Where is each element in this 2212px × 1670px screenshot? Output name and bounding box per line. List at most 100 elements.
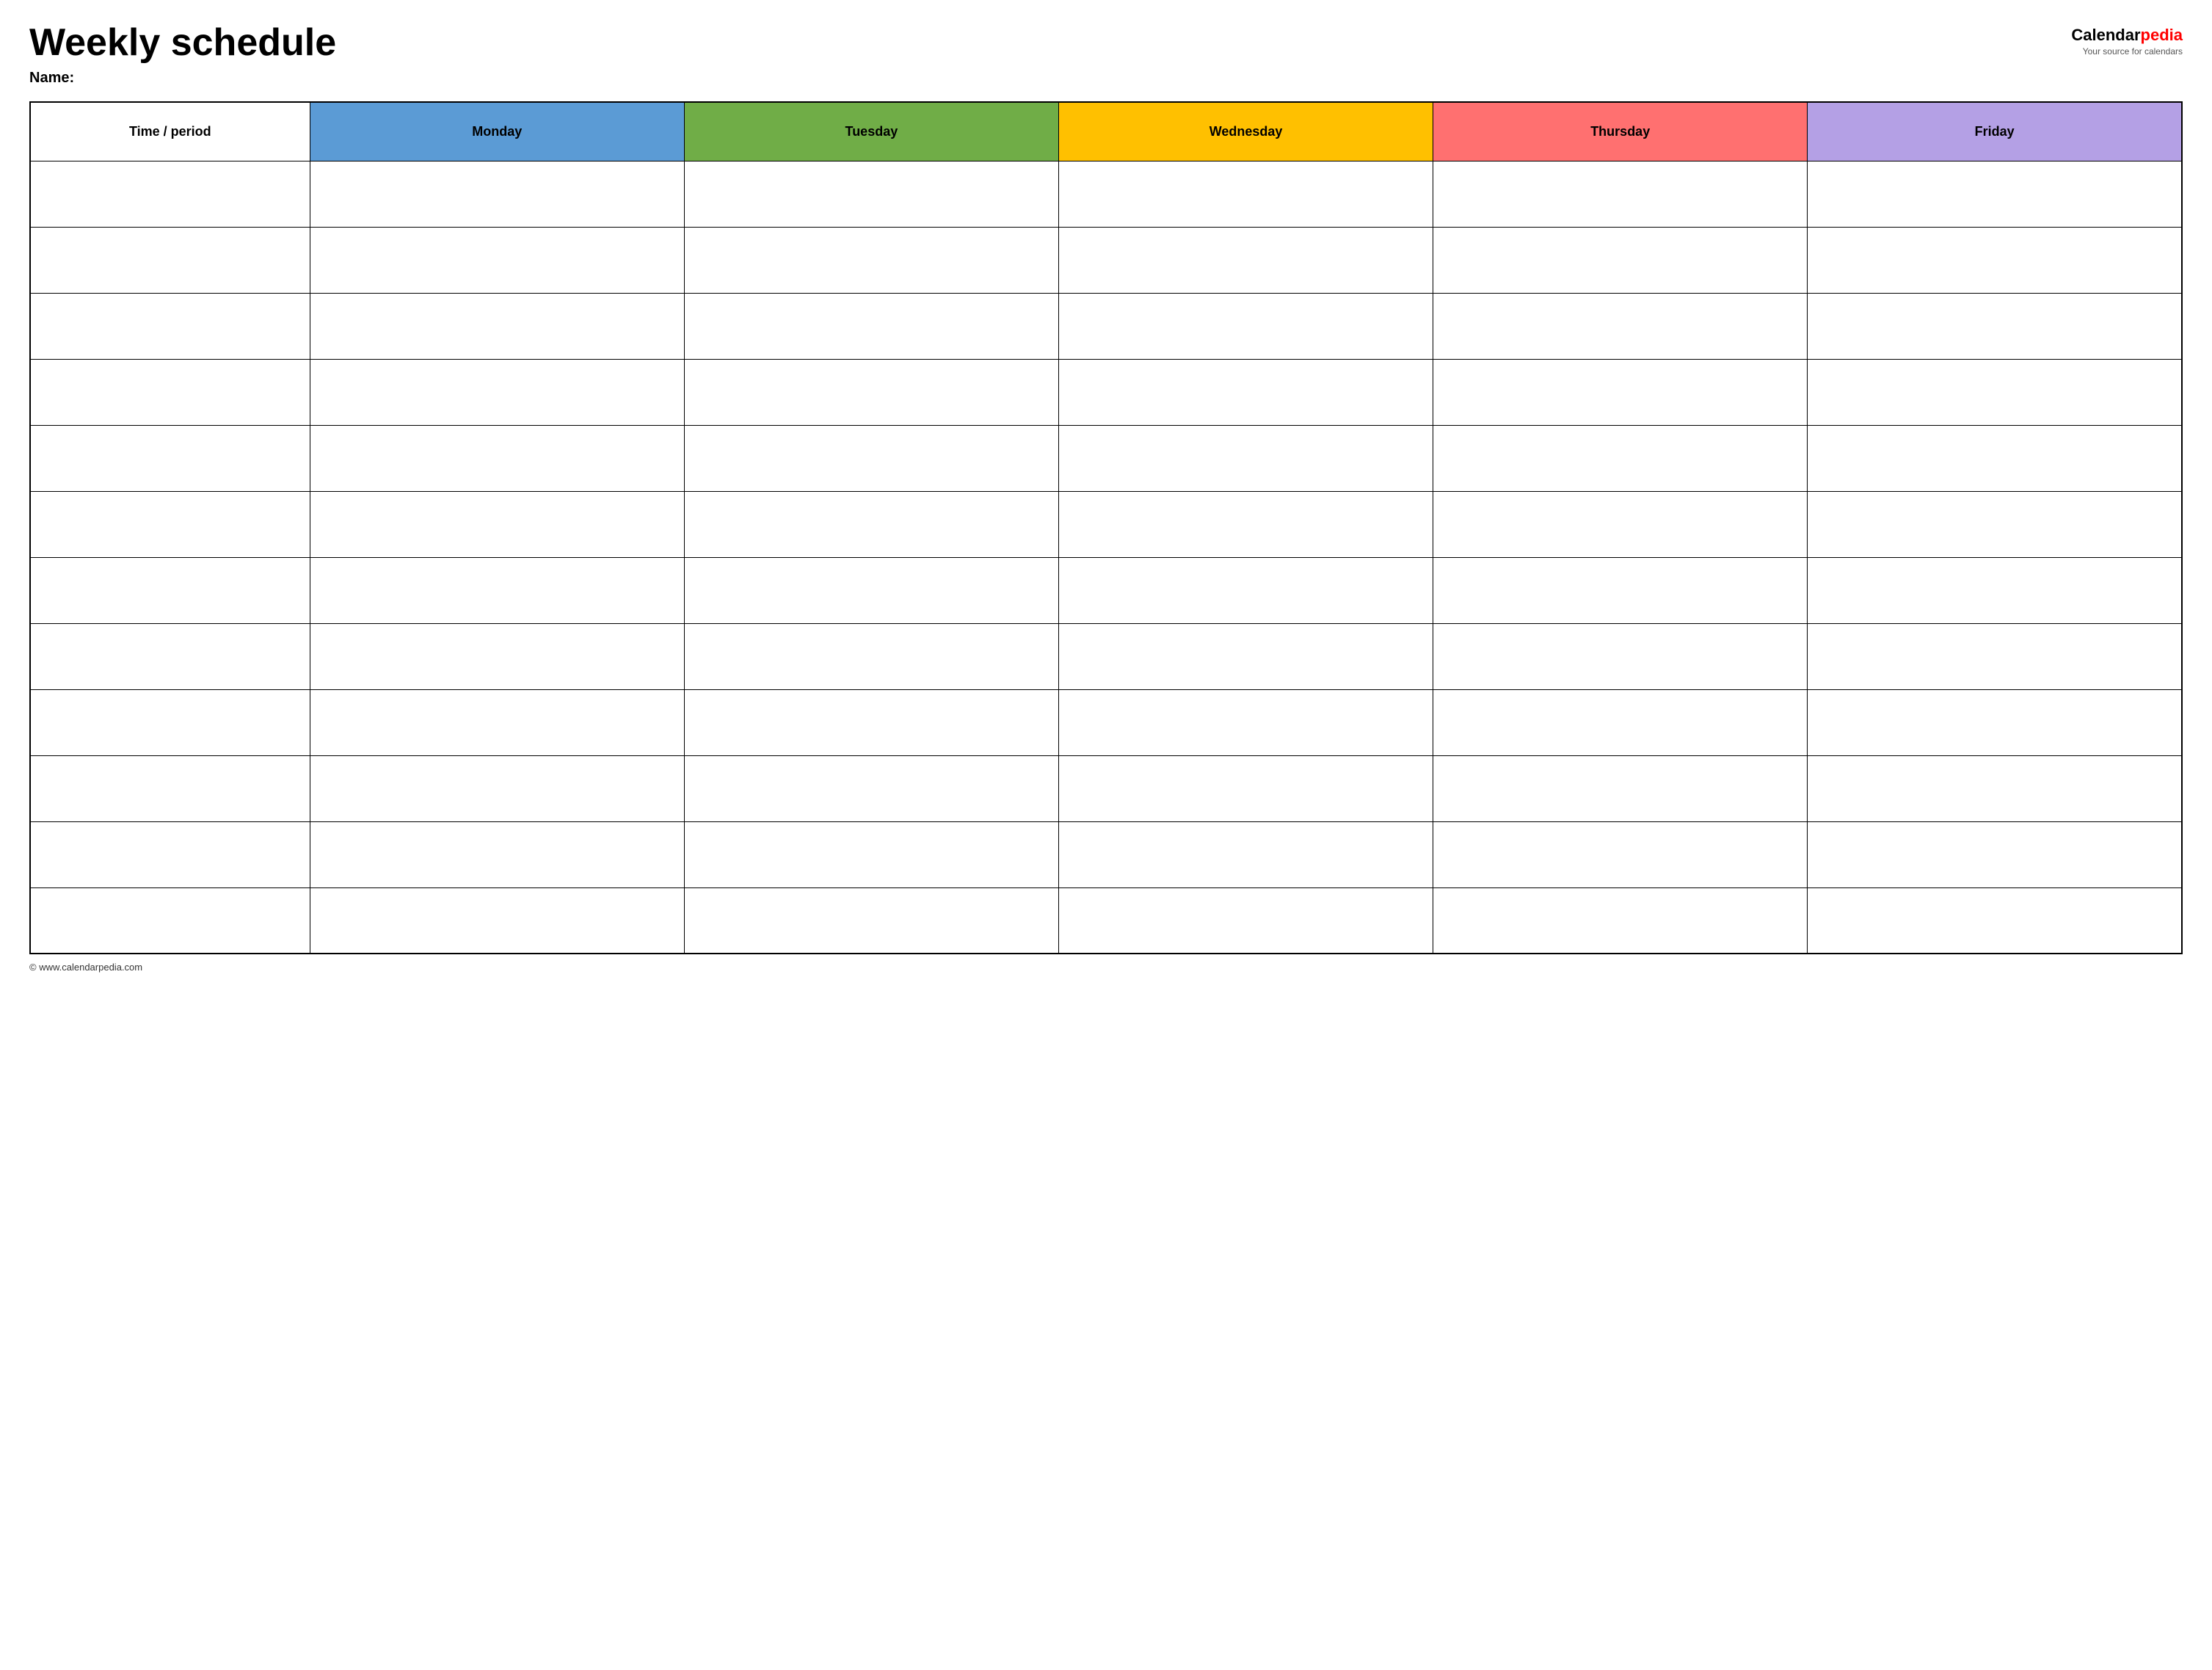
time-cell[interactable] — [30, 227, 310, 293]
schedule-cell[interactable] — [310, 887, 684, 954]
schedule-cell[interactable] — [1433, 689, 1808, 755]
table-row — [30, 227, 2182, 293]
logo-text: Calendarpedia — [2071, 26, 2183, 45]
col-header-monday: Monday — [310, 102, 684, 161]
schedule-cell[interactable] — [310, 359, 684, 425]
time-cell[interactable] — [30, 623, 310, 689]
page-title: Weekly schedule — [29, 22, 336, 64]
schedule-cell[interactable] — [1058, 821, 1433, 887]
schedule-cell[interactable] — [1058, 293, 1433, 359]
schedule-cell[interactable] — [684, 227, 1058, 293]
footer: © www.calendarpedia.com — [29, 962, 2183, 973]
schedule-cell[interactable] — [1058, 623, 1433, 689]
schedule-cell[interactable] — [1433, 425, 1808, 491]
logo-pedia: pedia — [2141, 26, 2183, 44]
schedule-cell[interactable] — [1433, 227, 1808, 293]
table-row — [30, 623, 2182, 689]
schedule-cell[interactable] — [1808, 359, 2182, 425]
time-cell[interactable] — [30, 821, 310, 887]
schedule-cell[interactable] — [310, 557, 684, 623]
schedule-cell[interactable] — [684, 689, 1058, 755]
time-cell[interactable] — [30, 359, 310, 425]
table-row — [30, 161, 2182, 227]
schedule-cell[interactable] — [1433, 557, 1808, 623]
schedule-cell[interactable] — [1058, 359, 1433, 425]
schedule-cell[interactable] — [1808, 755, 2182, 821]
schedule-cell[interactable] — [1058, 689, 1433, 755]
schedule-cell[interactable] — [684, 359, 1058, 425]
schedule-cell[interactable] — [1058, 425, 1433, 491]
schedule-cell[interactable] — [1808, 161, 2182, 227]
table-row — [30, 359, 2182, 425]
schedule-cell[interactable] — [310, 161, 684, 227]
time-cell[interactable] — [30, 755, 310, 821]
schedule-cell[interactable] — [1808, 557, 2182, 623]
schedule-cell[interactable] — [1808, 491, 2182, 557]
schedule-cell[interactable] — [1433, 293, 1808, 359]
schedule-cell[interactable] — [1808, 887, 2182, 954]
schedule-cell[interactable] — [684, 161, 1058, 227]
schedule-cell[interactable] — [1808, 821, 2182, 887]
logo-tagline: Your source for calendars — [2083, 46, 2183, 57]
schedule-cell[interactable] — [310, 425, 684, 491]
col-header-time: Time / period — [30, 102, 310, 161]
schedule-cell[interactable] — [1433, 161, 1808, 227]
schedule-cell[interactable] — [1433, 821, 1808, 887]
table-row — [30, 821, 2182, 887]
schedule-cell[interactable] — [1058, 227, 1433, 293]
schedule-cell[interactable] — [684, 425, 1058, 491]
schedule-cell[interactable] — [1058, 755, 1433, 821]
schedule-table: Time / period Monday Tuesday Wednesday T… — [29, 101, 2183, 954]
schedule-cell[interactable] — [1808, 293, 2182, 359]
schedule-cell[interactable] — [1808, 227, 2182, 293]
schedule-cell[interactable] — [1058, 887, 1433, 954]
footer-url: © www.calendarpedia.com — [29, 962, 142, 973]
schedule-cell[interactable] — [310, 227, 684, 293]
table-header-row: Time / period Monday Tuesday Wednesday T… — [30, 102, 2182, 161]
schedule-cell[interactable] — [1058, 491, 1433, 557]
schedule-cell[interactable] — [1808, 689, 2182, 755]
table-row — [30, 491, 2182, 557]
schedule-cell[interactable] — [310, 689, 684, 755]
time-cell[interactable] — [30, 425, 310, 491]
table-row — [30, 887, 2182, 954]
schedule-cell[interactable] — [1433, 359, 1808, 425]
schedule-cell[interactable] — [684, 755, 1058, 821]
time-cell[interactable] — [30, 161, 310, 227]
schedule-cell[interactable] — [684, 491, 1058, 557]
name-label: Name: — [29, 70, 336, 87]
schedule-cell[interactable] — [1433, 755, 1808, 821]
table-row — [30, 293, 2182, 359]
time-cell[interactable] — [30, 293, 310, 359]
schedule-cell[interactable] — [1058, 557, 1433, 623]
schedule-cell[interactable] — [310, 623, 684, 689]
logo-calendar: Calendar — [2071, 26, 2140, 44]
time-cell[interactable] — [30, 689, 310, 755]
schedule-cell[interactable] — [1433, 887, 1808, 954]
table-row — [30, 689, 2182, 755]
schedule-cell[interactable] — [310, 821, 684, 887]
schedule-cell[interactable] — [684, 821, 1058, 887]
schedule-cell[interactable] — [310, 491, 684, 557]
schedule-cell[interactable] — [310, 755, 684, 821]
schedule-cell[interactable] — [1433, 491, 1808, 557]
schedule-cell[interactable] — [310, 293, 684, 359]
schedule-cell[interactable] — [684, 887, 1058, 954]
logo-section: Calendarpedia Your source for calendars — [2071, 26, 2183, 57]
title-section: Weekly schedule Name: — [29, 22, 336, 87]
time-cell[interactable] — [30, 557, 310, 623]
schedule-cell[interactable] — [1433, 623, 1808, 689]
col-header-wednesday: Wednesday — [1058, 102, 1433, 161]
schedule-cell[interactable] — [684, 293, 1058, 359]
schedule-cell[interactable] — [684, 557, 1058, 623]
page-header: Weekly schedule Name: Calendarpedia Your… — [29, 22, 2183, 87]
schedule-cell[interactable] — [1808, 425, 2182, 491]
schedule-cell[interactable] — [684, 623, 1058, 689]
col-header-thursday: Thursday — [1433, 102, 1808, 161]
time-cell[interactable] — [30, 491, 310, 557]
schedule-cell[interactable] — [1808, 623, 2182, 689]
time-cell[interactable] — [30, 887, 310, 954]
table-row — [30, 755, 2182, 821]
schedule-cell[interactable] — [1058, 161, 1433, 227]
schedule-body — [30, 161, 2182, 954]
